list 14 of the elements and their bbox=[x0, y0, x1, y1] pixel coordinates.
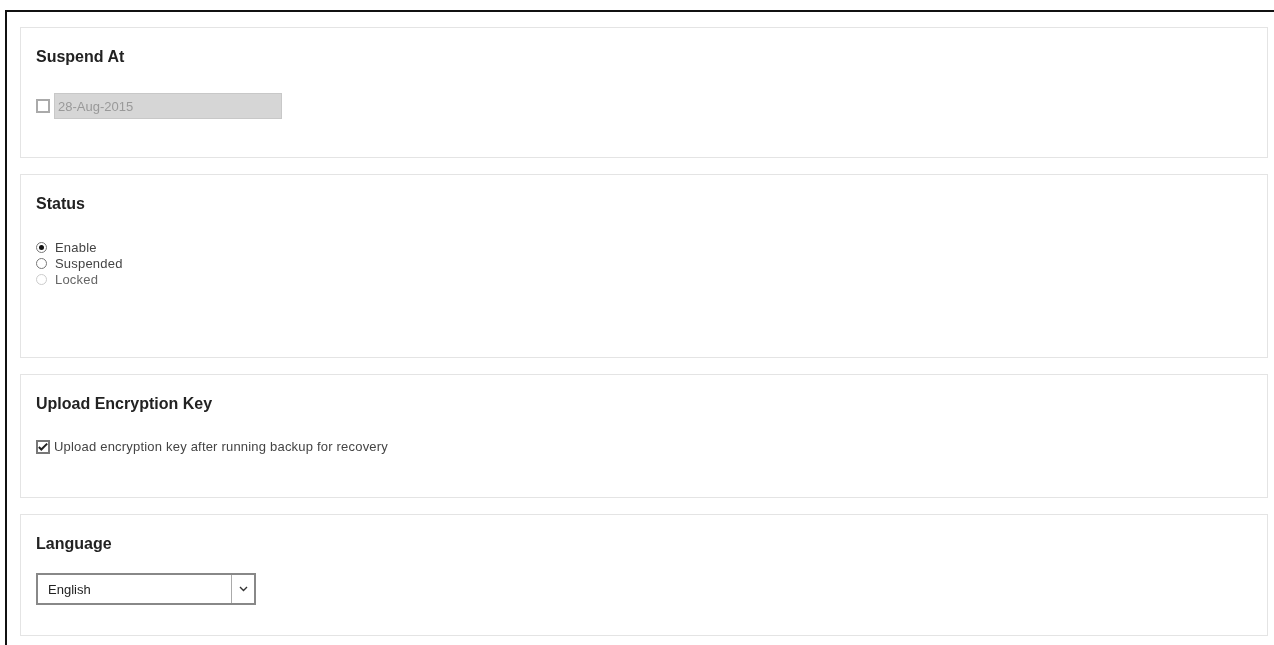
check-icon bbox=[38, 441, 48, 452]
checkbox-label: Upload encryption key after running backup for recovery bbox=[54, 439, 388, 454]
radio-button[interactable] bbox=[36, 241, 47, 253]
radio-label: Locked bbox=[55, 271, 99, 287]
section-title: Suspend At bbox=[36, 48, 126, 66]
section-title: Status bbox=[36, 195, 86, 213]
section-title: Language bbox=[36, 535, 113, 553]
section-title: Upload Encryption Key bbox=[36, 395, 214, 413]
chevron-down-icon bbox=[238, 586, 248, 592]
radio-label: Enable bbox=[55, 239, 97, 255]
radio-button[interactable] bbox=[36, 257, 47, 269]
radio-label: Suspended bbox=[55, 255, 123, 271]
language-select[interactable]: English bbox=[36, 573, 256, 605]
checkbox[interactable] bbox=[36, 439, 50, 454]
